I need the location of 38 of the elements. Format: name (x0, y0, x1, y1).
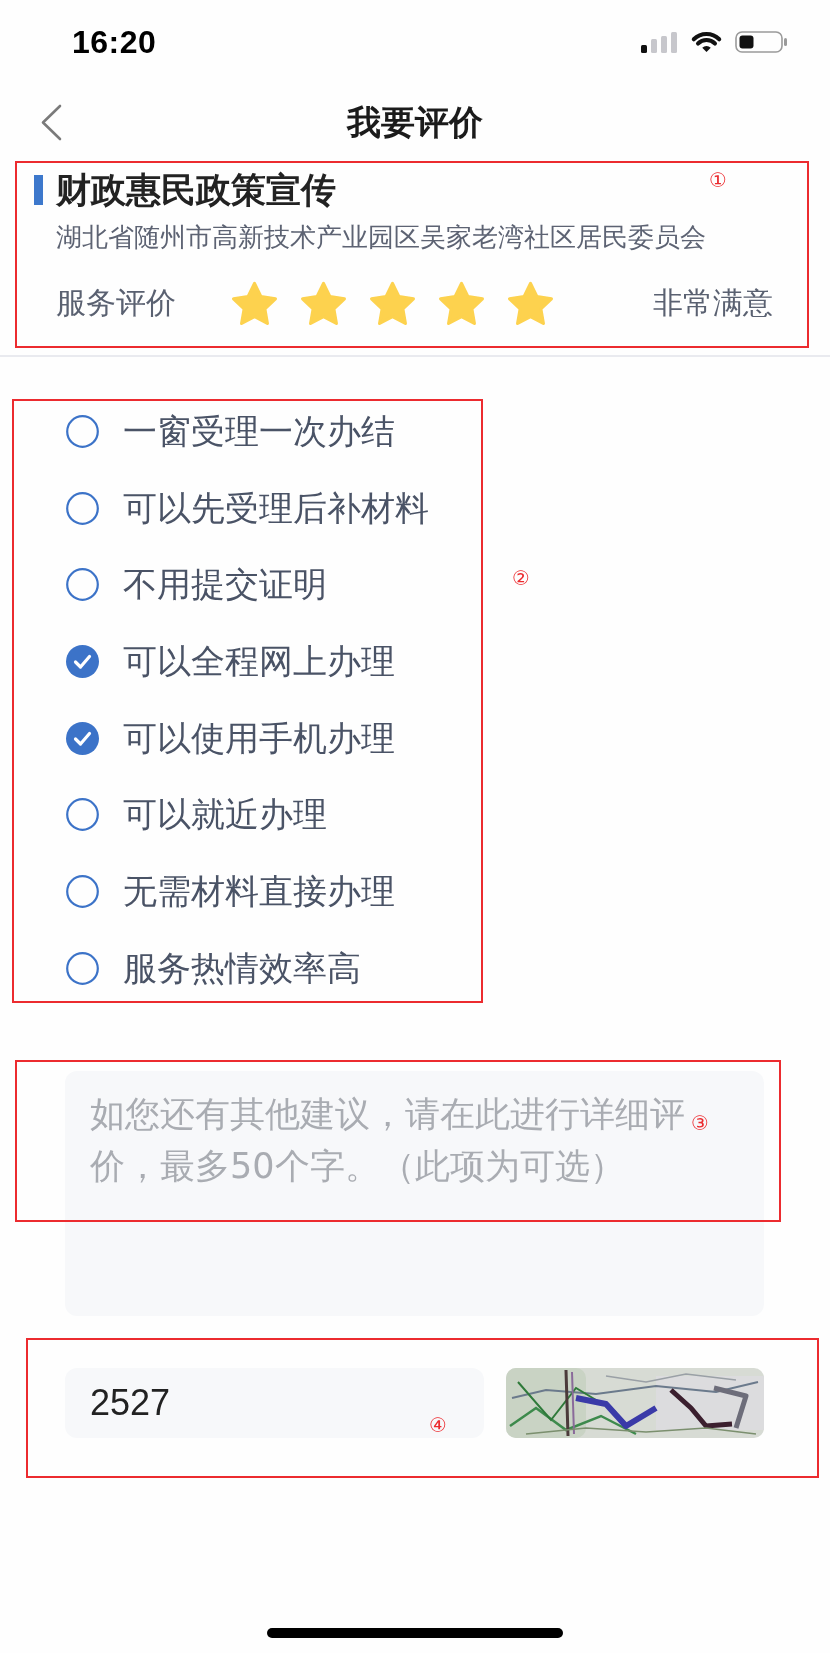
annotation-label: ③ (691, 1112, 709, 1134)
status-time: 16:20 (72, 26, 157, 58)
star-icon[interactable] (438, 280, 485, 326)
option-item[interactable]: 服务热情效率高 (66, 947, 361, 989)
page-title: 我要评价 (347, 101, 483, 143)
wifi-icon (690, 31, 723, 53)
circle-icon[interactable] (66, 874, 99, 908)
circle-icon[interactable] (66, 414, 99, 448)
circle-icon[interactable] (66, 951, 99, 985)
option-item[interactable]: 可以使用手机办理 (66, 717, 395, 759)
star-icon[interactable] (231, 280, 278, 326)
option-item[interactable]: 一窗受理一次办结 (66, 410, 395, 452)
star-rating[interactable] (231, 280, 554, 326)
option-item[interactable]: 可以全程网上办理 (66, 641, 395, 682)
rating-verdict: 非常满意 (653, 285, 773, 321)
star-icon[interactable] (507, 280, 554, 326)
option-item[interactable]: 可以先受理后补材料 (66, 487, 429, 529)
signal-icon (641, 31, 678, 53)
captcha-drawing[interactable] (506, 1367, 764, 1438)
option-item[interactable]: 无需材料直接办理 (66, 871, 395, 912)
option-item[interactable]: 不用提交证明 (66, 564, 327, 606)
circle-icon[interactable] (66, 798, 99, 832)
service-title: 财政惠民政策宣传 (56, 169, 336, 212)
check-circle-icon[interactable] (66, 721, 99, 755)
annotation-label: ② (512, 567, 530, 589)
battery-icon (735, 31, 788, 53)
option-item[interactable]: 可以就近办理 (66, 794, 327, 836)
accent-bar-icon (34, 175, 43, 205)
rating-label: 服务评价 (56, 285, 176, 321)
circle-icon[interactable] (66, 491, 99, 525)
star-icon[interactable] (300, 280, 347, 326)
annotation-label: ① (709, 169, 727, 191)
check-circle-icon[interactable] (66, 644, 99, 678)
annotation-label: ④ (429, 1414, 447, 1436)
star-icon[interactable] (369, 280, 416, 326)
back-icon[interactable] (40, 103, 62, 141)
organization-name: 湖北省随州市高新技术产业园区吴家老湾社区居民委员会 (56, 221, 707, 254)
circle-icon[interactable] (66, 568, 99, 602)
